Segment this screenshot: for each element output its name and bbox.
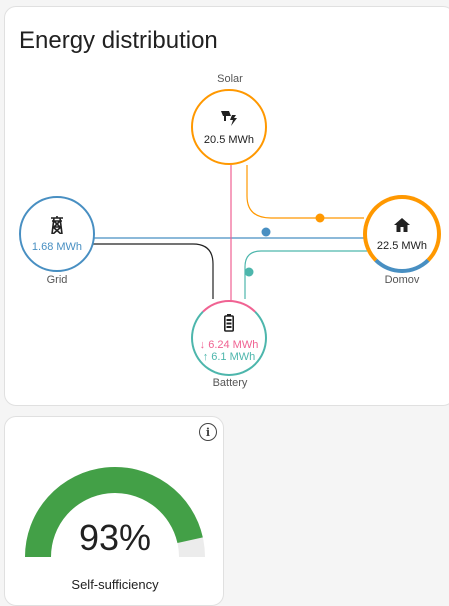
solar-value: 20.5 MWh bbox=[203, 133, 255, 146]
grid-value: 1.68 MWh bbox=[31, 240, 83, 253]
battery-node[interactable]: ↓ 6.24 MWh ↑ 6.1 MWh bbox=[191, 300, 267, 376]
battery-label: Battery bbox=[212, 377, 248, 389]
battery-in-value: ↑ 6.1 MWh bbox=[202, 350, 256, 363]
solar-to-home-line bbox=[246, 165, 364, 219]
battery-out-value: ↓ 6.24 MWh bbox=[199, 338, 259, 351]
grid-to-battery-line bbox=[93, 243, 214, 299]
battery-flow-dot bbox=[244, 267, 254, 277]
solar-label: Solar bbox=[217, 73, 243, 85]
grid-flow-dot bbox=[261, 227, 271, 237]
solar-node[interactable]: 20.5 MWh bbox=[191, 89, 267, 165]
grid-label: Grid bbox=[46, 274, 68, 286]
self-sufficiency-card: i 93% Self-sufficiency bbox=[4, 416, 224, 606]
battery-icon bbox=[224, 313, 234, 335]
transmission-tower-icon bbox=[50, 215, 64, 237]
home-label: Domov bbox=[384, 274, 420, 286]
grid-node[interactable]: 1.68 MWh bbox=[19, 196, 95, 272]
home-icon bbox=[393, 217, 411, 236]
home-node[interactable]: 22.5 MWh bbox=[363, 195, 441, 273]
home-value: 22.5 MWh bbox=[376, 239, 428, 252]
self-sufficiency-value: 93% bbox=[78, 517, 152, 558]
solar-flow-dot bbox=[315, 213, 325, 223]
energy-distribution-card: Energy distribution Solar 20.5 MWh 1.68 … bbox=[4, 6, 449, 406]
battery-to-home-line bbox=[244, 250, 367, 299]
self-sufficiency-label: Self-sufficiency bbox=[71, 577, 159, 592]
solar-power-icon bbox=[219, 109, 239, 130]
